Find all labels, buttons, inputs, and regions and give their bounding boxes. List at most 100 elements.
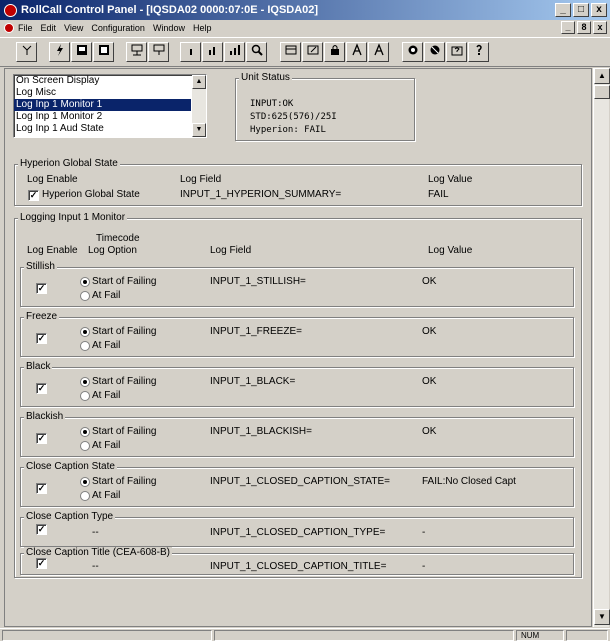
status-pane-secondary (214, 630, 514, 641)
panel-icon[interactable] (280, 42, 301, 62)
lightning-icon[interactable] (49, 42, 70, 62)
blackish-row: Blackish (20, 411, 574, 457)
cc-title-checkbox[interactable]: ✓ (36, 558, 47, 569)
menu-window[interactable]: Window (153, 23, 185, 33)
black-radio-start[interactable] (80, 377, 90, 387)
cc-state-value: FAIL:No Closed Capt (422, 476, 516, 487)
freeze-opt2: At Fail (92, 340, 121, 351)
list-item-selected[interactable]: Log Inp 1 Monitor 1 (14, 99, 191, 111)
font-a-icon[interactable] (346, 42, 367, 62)
log2-icon[interactable] (424, 42, 445, 62)
close-button[interactable]: x (591, 3, 607, 17)
scroll-down-button[interactable]: ▼ (594, 609, 610, 625)
cc-state-opt2: At Fail (92, 490, 121, 501)
cc-type-dash: -- (92, 527, 99, 538)
title-bar: RollCall Control Panel - [IQSDA02 0000:0… (0, 0, 610, 20)
stillish-opt2: At Fail (92, 290, 121, 301)
font-a2-icon[interactable] (368, 42, 389, 62)
logging-col-log-option: Log Option (88, 245, 137, 256)
cc-state-label: Close Caption State (24, 461, 117, 473)
blackish-radio-start[interactable] (80, 427, 90, 437)
page-list[interactable]: On Screen Display Log Misc Log Inp 1 Mon… (13, 74, 207, 138)
unit-status-group: Unit Status INPUT:OK STD:625(576)/25I Hy… (235, 72, 415, 141)
log-icon[interactable] (402, 42, 423, 62)
mdi-minimize-button[interactable]: _ (561, 21, 575, 34)
stillish-radio-start[interactable] (80, 277, 90, 287)
main-vertical-scrollbar[interactable]: ▲ ▼ (593, 68, 610, 627)
scroll-up-button[interactable]: ▲ (594, 68, 610, 84)
config-icon[interactable] (71, 42, 92, 62)
monitor-icon[interactable] (93, 42, 114, 62)
blackish-checkbox[interactable]: ✓ (36, 433, 47, 444)
stillish-opt1: Start of Failing (92, 276, 157, 287)
freeze-radio-start[interactable] (80, 327, 90, 337)
unit-status-label: Unit Status (239, 72, 292, 84)
question-icon[interactable] (446, 42, 467, 62)
logging-col-timecode: Timecode (96, 233, 140, 244)
black-opt1: Start of Failing (92, 376, 157, 387)
cc-state-checkbox[interactable]: ✓ (36, 483, 47, 494)
cc-state-radio-atfail[interactable] (80, 491, 90, 501)
cc-state-opt1: Start of Failing (92, 476, 157, 487)
hyperion-col-enable: Log Enable (27, 174, 78, 185)
cc-type-field: INPUT_1_CLOSED_CAPTION_TYPE= (210, 527, 386, 538)
list-item[interactable]: On Screen Display (14, 75, 191, 87)
menu-configuration[interactable]: Configuration (91, 23, 145, 33)
cc-type-label: Close Caption Type (24, 511, 116, 523)
list-item[interactable]: Log Inp 1 Monitor 2 (14, 111, 191, 123)
network2-icon[interactable] (148, 42, 169, 62)
black-value: OK (422, 376, 437, 387)
bar-chart2-icon[interactable] (202, 42, 223, 62)
help-icon[interactable] (468, 42, 489, 62)
cc-title-dash: -- (92, 561, 99, 572)
black-row: Black (20, 361, 574, 407)
black-checkbox[interactable]: ✓ (36, 383, 47, 394)
list-scroll-down[interactable]: ▼ (192, 123, 206, 137)
hyperion-group-label: Hyperion Global State (18, 158, 120, 170)
blackish-value: OK (422, 426, 437, 437)
stillish-field: INPUT_1_STILLISH= (210, 276, 306, 287)
connect-icon[interactable] (16, 42, 37, 62)
search-icon[interactable] (246, 42, 267, 62)
cc-type-value: - (422, 527, 426, 538)
stillish-row: Stillish (20, 261, 574, 307)
cc-state-row: Close Caption State (20, 461, 574, 507)
list-scrollbar[interactable]: ▲ ▼ (192, 75, 206, 137)
stillish-radio-atfail[interactable] (80, 291, 90, 301)
cc-type-checkbox[interactable]: ✓ (36, 524, 47, 535)
maximize-button[interactable]: □ (573, 3, 589, 17)
mdi-restore-button[interactable]: 8 (577, 21, 591, 34)
toolbar (0, 37, 610, 67)
list-item[interactable]: Log Misc (14, 87, 191, 99)
scroll-thumb[interactable] (594, 85, 610, 99)
logging-col-value: Log Value (428, 245, 473, 256)
lock-icon[interactable] (324, 42, 345, 62)
stillish-checkbox[interactable]: ✓ (36, 283, 47, 294)
list-scroll-up[interactable]: ▲ (192, 75, 206, 89)
hyperion-global-checkbox[interactable]: ✓ (28, 190, 39, 201)
black-radio-atfail[interactable] (80, 391, 90, 401)
minimize-button[interactable]: _ (555, 3, 571, 17)
menu-help[interactable]: Help (193, 23, 212, 33)
doc-icon[interactable] (4, 23, 14, 33)
blackish-opt2: At Fail (92, 440, 121, 451)
network-icon[interactable] (126, 42, 147, 62)
edit-icon[interactable] (302, 42, 323, 62)
list-item[interactable]: Log Inp 1 Aud State (14, 123, 191, 135)
bar-chart-icon[interactable] (180, 42, 201, 62)
menu-view[interactable]: View (64, 23, 83, 33)
status-line-input: INPUT:OK (250, 99, 294, 109)
black-field: INPUT_1_BLACK= (210, 376, 296, 387)
freeze-radio-atfail[interactable] (80, 341, 90, 351)
logging-group-label: Logging Input 1 Monitor (18, 212, 128, 224)
mdi-close-button[interactable]: x (593, 21, 607, 34)
menu-file[interactable]: File (18, 23, 33, 33)
black-opt2: At Fail (92, 390, 121, 401)
hyperion-checkbox-label: Hyperion Global State (42, 189, 140, 200)
menu-edit[interactable]: Edit (41, 23, 57, 33)
freeze-checkbox[interactable]: ✓ (36, 333, 47, 344)
bar-chart3-icon[interactable] (224, 42, 245, 62)
cc-state-radio-start[interactable] (80, 477, 90, 487)
freeze-value: OK (422, 326, 437, 337)
blackish-radio-atfail[interactable] (80, 441, 90, 451)
